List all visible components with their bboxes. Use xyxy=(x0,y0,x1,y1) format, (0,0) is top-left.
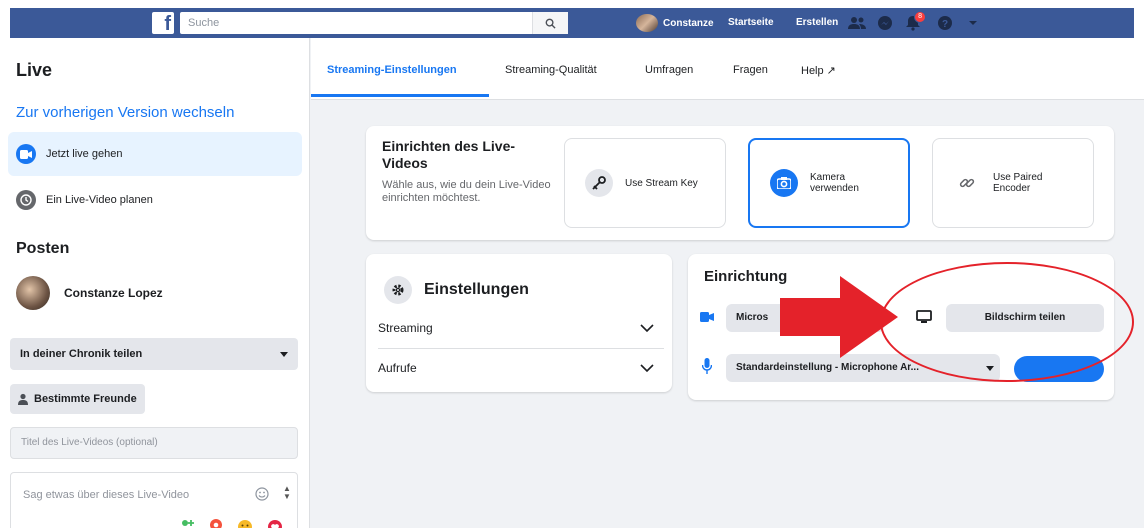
tab-questions[interactable]: Fragen xyxy=(733,64,768,76)
svg-text:?: ? xyxy=(942,19,948,30)
tab-streaming-quality[interactable]: Streaming-Qualität xyxy=(505,64,597,76)
search-icon xyxy=(545,18,556,29)
option-label: Use Paired Encoder xyxy=(993,172,1043,194)
accordion-label: Aufrufe xyxy=(378,361,417,375)
sidebar-item-label: Jetzt live gehen xyxy=(46,148,123,160)
tab-streaming-settings[interactable]: Streaming-Einstellungen xyxy=(327,64,457,76)
option-label: Use Stream Key xyxy=(625,177,698,189)
chevron-down-icon xyxy=(640,364,654,373)
use-camera-option[interactable]: Kamera verwenden xyxy=(748,138,910,228)
streaming-accordion[interactable]: Streaming xyxy=(378,308,664,348)
video-camera-icon xyxy=(700,312,714,322)
feeling-icon xyxy=(238,520,252,528)
notifications-icon[interactable]: 8 xyxy=(904,11,926,32)
link-icon xyxy=(953,169,981,197)
microphone-value: Standardeinstellung - Microphone Ar... xyxy=(736,362,919,373)
profile-link[interactable]: Constanze xyxy=(636,12,714,34)
share-destination-dropdown[interactable]: In deiner Chronik teilen xyxy=(10,338,298,370)
setup-subtitle: Wähle aus, wie du dein Live-Video einric… xyxy=(382,179,551,204)
friends-icon[interactable] xyxy=(848,14,866,32)
live-camera-icon xyxy=(16,144,36,164)
live-title-input[interactable]: Titel des Live-Videos (optional) xyxy=(10,427,298,459)
help-icon[interactable]: ? xyxy=(936,14,954,32)
post-tools xyxy=(179,519,283,528)
create-link[interactable]: Erstellen xyxy=(796,12,838,34)
gear-icon xyxy=(384,276,412,304)
sidebar-item-label: Ein Live-Video planen xyxy=(46,194,153,206)
left-sidebar: Live Zur vorherigen Version wechseln Jet… xyxy=(0,38,310,528)
settings-heading: Einstellungen xyxy=(384,276,529,304)
sidebar-item-schedule-live[interactable]: Ein Live-Video planen xyxy=(8,178,302,222)
location-icon xyxy=(210,519,222,528)
resize-stepper-icon[interactable]: ▲ ▼ xyxy=(283,485,291,501)
caret-down-icon xyxy=(280,352,288,357)
post-author: Constanze Lopez xyxy=(16,276,163,310)
setup-title: Einrichten des Live-Videos xyxy=(382,138,516,171)
camera-icon xyxy=(770,169,798,197)
active-tab-indicator xyxy=(311,94,489,97)
home-link[interactable]: Startseite xyxy=(728,12,774,34)
audience-button[interactable]: Bestimmte Freunde xyxy=(10,384,145,414)
user-name: Constanze xyxy=(663,17,714,29)
avatar xyxy=(16,276,50,310)
key-icon xyxy=(585,169,613,197)
use-paired-encoder-option[interactable]: Use Paired Encoder xyxy=(932,138,1094,228)
notification-badge: 8 xyxy=(914,11,926,23)
tab-help[interactable]: Help ↗ xyxy=(801,64,836,77)
annotation-circle xyxy=(880,262,1134,382)
person-icon xyxy=(18,393,28,405)
author-name: Constanze Lopez xyxy=(64,286,163,300)
facebook-logo[interactable]: f xyxy=(152,12,174,34)
dropdown-value: In deiner Chronik teilen xyxy=(20,348,143,360)
microphone-icon xyxy=(702,358,712,374)
audience-label: Bestimmte Freunde xyxy=(34,393,137,405)
description-placeholder: Sag etwas über dieses Live-Video xyxy=(23,489,190,501)
switch-version-link[interactable]: Zur vorherigen Version wechseln xyxy=(16,104,234,121)
settings-title: Einstellungen xyxy=(424,281,529,298)
sidebar-item-go-live[interactable]: Jetzt live gehen xyxy=(8,132,302,176)
post-heading: Posten xyxy=(16,240,70,257)
option-label: Kamera verwenden xyxy=(810,172,859,194)
page-title: Live xyxy=(16,60,53,80)
clock-icon xyxy=(16,190,36,210)
messenger-icon[interactable] xyxy=(876,14,894,32)
tag-friends-icon xyxy=(182,520,194,526)
description-textarea[interactable]: Sag etwas über dieses Live-Video ▲ ▼ xyxy=(10,472,298,528)
top-bar-inner: f Suche Constanze Startseite Erstellen 8… xyxy=(10,8,1134,38)
fundraiser-icon xyxy=(268,520,282,528)
search-button[interactable] xyxy=(532,12,568,34)
settings-tab-bar: Streaming-Einstellungen Streaming-Qualit… xyxy=(311,38,1144,100)
use-stream-key-option[interactable]: Use Stream Key xyxy=(564,138,726,228)
avatar xyxy=(636,14,658,32)
settings-card: Einstellungen Streaming Aufrufe xyxy=(366,254,672,392)
chevron-down-icon xyxy=(640,324,654,333)
account-menu-chevron-icon[interactable] xyxy=(964,14,982,32)
emoji-icon xyxy=(255,487,269,501)
devices-title: Einrichtung xyxy=(704,268,788,285)
setup-card: Einrichten des Live-Videos Wähle aus, wi… xyxy=(366,126,1114,240)
views-accordion[interactable]: Aufrufe xyxy=(378,348,664,388)
tab-polls[interactable]: Umfragen xyxy=(645,64,693,76)
top-navigation-bar: f Suche Constanze Startseite Erstellen 8… xyxy=(0,0,1144,38)
accordion-label: Streaming xyxy=(378,321,433,335)
search-input[interactable]: Suche xyxy=(180,12,568,34)
